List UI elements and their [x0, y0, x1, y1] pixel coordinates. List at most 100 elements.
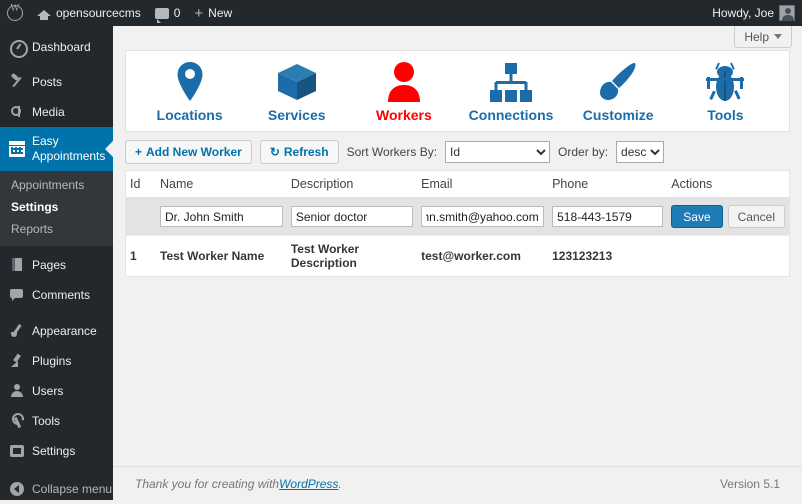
person-icon [358, 59, 450, 103]
tab-label: Locations [144, 107, 236, 123]
chevron-down-icon [774, 34, 782, 39]
site-name-menu[interactable]: opensourcecms [30, 0, 148, 26]
worker-email-input[interactable] [421, 206, 544, 227]
sidebar-item-label: Easy Appointments [32, 134, 113, 164]
sidebar-item-comments[interactable]: Comments [0, 280, 113, 310]
site-name-label: opensourcecms [56, 0, 141, 26]
comment-count: 0 [174, 0, 181, 26]
sidebar-item-label: Dashboard [32, 40, 113, 55]
tab-label: Services [251, 107, 343, 123]
tab-label: Workers [358, 107, 450, 123]
sidebar-item-tools[interactable]: Tools [0, 406, 113, 436]
wrench-icon [9, 413, 25, 429]
pin-icon [9, 74, 25, 90]
workers-table: Id Name Description Email Phone Actions [126, 171, 789, 276]
admin-sidebar: Dashboard Posts Media Easy Appointments … [0, 26, 113, 500]
sidebar-item-plugins[interactable]: Plugins [0, 346, 113, 376]
column-header-id: Id [126, 171, 156, 198]
sidebar-item-media[interactable]: Media [0, 97, 113, 127]
table-row[interactable]: 1 Test Worker Name Test Worker Descripti… [126, 236, 789, 277]
sidebar-item-settings[interactable]: Settings [0, 436, 113, 466]
help-toggle-button[interactable]: Help [734, 26, 792, 48]
comment-icon [155, 8, 169, 19]
new-label: New [208, 0, 232, 26]
tab-connections[interactable]: Connections [465, 59, 557, 123]
plus-icon: + [194, 6, 203, 21]
tab-locations[interactable]: Locations [144, 59, 236, 123]
order-by-select[interactable]: desc [616, 141, 664, 163]
tab-workers[interactable]: Workers [358, 59, 450, 123]
submenu-item-settings[interactable]: Settings [0, 196, 113, 218]
my-account-menu[interactable]: Howdy, Joe [705, 0, 802, 26]
sidebar-item-posts[interactable]: Posts [0, 67, 113, 97]
tab-services[interactable]: Services [251, 59, 343, 123]
cell-actions [667, 236, 789, 277]
sidebar-item-pages[interactable]: Pages [0, 250, 113, 280]
edit-row-actions-cell: Save Cancel [667, 198, 789, 236]
sidebar-item-dashboard[interactable]: Dashboard [0, 32, 113, 62]
tab-tools[interactable]: Tools [679, 59, 771, 123]
new-content-menu[interactable]: + New [187, 0, 239, 26]
help-bar: Help [113, 26, 802, 48]
bug-icon [679, 59, 771, 103]
sidebar-item-users[interactable]: Users [0, 376, 113, 406]
admin-bar: opensourcecms 0 + New Howdy, Joe [0, 0, 802, 26]
workers-toolbar: + Add New Worker ↻ Refresh Sort Workers … [125, 140, 790, 164]
plug-icon [9, 353, 25, 369]
cell-name: Test Worker Name [156, 236, 287, 277]
sort-workers-by-label: Sort Workers By: [347, 145, 437, 159]
sidebar-item-label: Tools [32, 414, 113, 429]
column-header-phone: Phone [548, 171, 667, 198]
sidebar-item-label: Users [32, 384, 113, 399]
refresh-button[interactable]: ↻ Refresh [260, 140, 339, 164]
sidebar-item-appearance[interactable]: Appearance [0, 316, 113, 346]
edit-row-description-cell [287, 198, 417, 236]
save-button[interactable]: Save [671, 205, 722, 228]
map-pin-icon [144, 59, 236, 103]
submenu-item-appointments[interactable]: Appointments [0, 174, 113, 196]
sidebar-item-easy-appointments[interactable]: Easy Appointments [0, 127, 113, 171]
edit-row-name-cell [156, 198, 287, 236]
sort-workers-by-select[interactable]: Id [445, 141, 550, 163]
footer-version: Version 5.1 [720, 477, 780, 491]
submenu-item-reports[interactable]: Reports [0, 218, 113, 240]
sitemap-icon [465, 59, 557, 103]
tab-customize[interactable]: Customize [572, 59, 664, 123]
worker-description-input[interactable] [291, 206, 413, 227]
comments-bubble[interactable]: 0 [148, 0, 188, 26]
submenu-item-label: Reports [11, 222, 53, 236]
order-by-label: Order by: [558, 145, 608, 159]
tab-label: Tools [679, 107, 771, 123]
worker-edit-row: Save Cancel [126, 198, 789, 236]
tab-label: Connections [465, 107, 557, 123]
dashboard-icon [9, 39, 25, 55]
cancel-button[interactable]: Cancel [728, 205, 785, 228]
column-header-actions: Actions [667, 171, 789, 198]
column-header-description: Description [287, 171, 417, 198]
sidebar-item-label: Media [32, 105, 113, 120]
wordpress-link[interactable]: WordPress [279, 477, 338, 491]
table-header-row: Id Name Description Email Phone Actions [126, 171, 789, 198]
calendar-icon [9, 141, 25, 157]
edit-row-phone-cell [548, 198, 667, 236]
greeting-label: Howdy, Joe [712, 0, 774, 26]
cell-email: test@worker.com [417, 236, 548, 277]
easy-appointments-submenu: Appointments Settings Reports [0, 171, 113, 246]
add-new-worker-button[interactable]: + Add New Worker [125, 140, 252, 164]
column-header-email: Email [417, 171, 548, 198]
sidebar-item-label: Settings [32, 444, 113, 459]
sidebar-item-label: Posts [32, 75, 113, 90]
collapse-menu-label: Collapse menu [32, 482, 113, 497]
worker-phone-input[interactable] [552, 206, 663, 227]
footer-thanks-suffix: . [338, 477, 341, 491]
worker-name-input[interactable] [160, 206, 283, 227]
sidebar-item-label: Pages [32, 258, 113, 273]
help-label: Help [744, 30, 769, 44]
page-icon [9, 257, 25, 273]
wp-logo-menu[interactable] [0, 0, 30, 26]
home-icon [37, 6, 51, 20]
column-header-name: Name [156, 171, 287, 198]
table-head: Id Name Description Email Phone Actions [126, 171, 789, 198]
avatar [779, 5, 795, 21]
wordpress-logo-icon [7, 5, 23, 21]
